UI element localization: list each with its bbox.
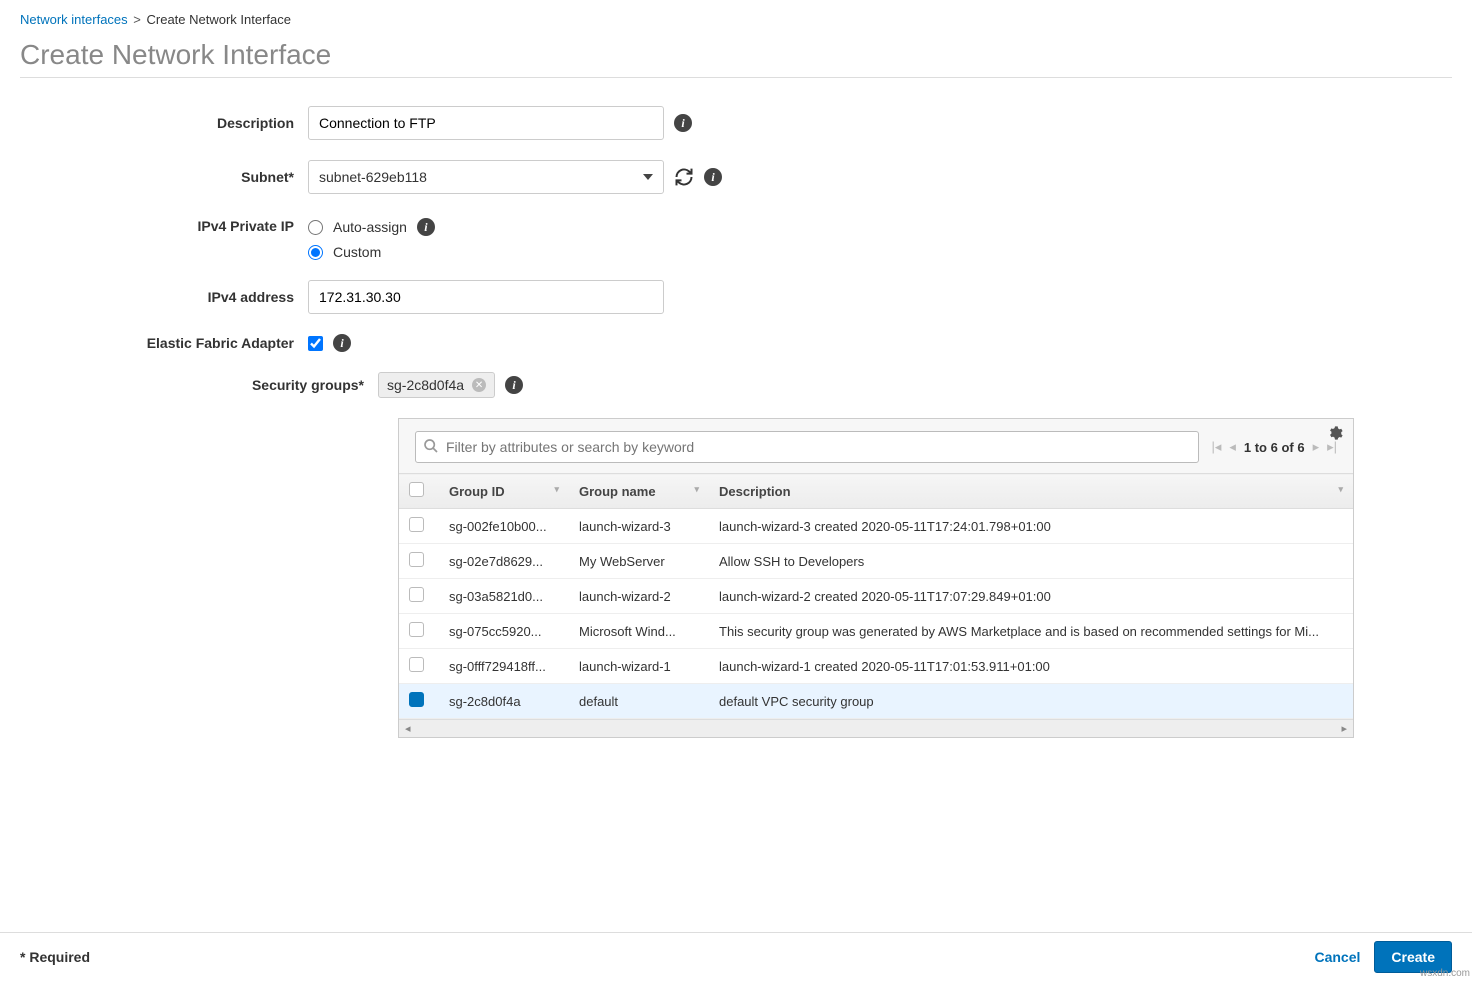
select-all-checkbox[interactable] <box>409 482 424 497</box>
breadcrumb-current: Create Network Interface <box>147 12 292 27</box>
radio-auto-assign-input[interactable] <box>308 220 323 235</box>
sg-tag-label: sg-2c8d0f4a <box>387 377 464 393</box>
cell-group-name: launch-wizard-1 <box>569 649 709 684</box>
security-groups-label: Security groups* <box>20 377 378 393</box>
cell-group-id: sg-002fe10b00... <box>439 509 569 544</box>
security-groups-panel: |◂ ◂ 1 to 6 of 6 ▸ ▸| Group ID▾ Group na… <box>398 418 1354 738</box>
row-checkbox[interactable] <box>409 517 424 532</box>
chevron-down-icon <box>643 174 653 180</box>
breadcrumb: Network interfaces > Create Network Inte… <box>20 12 1452 27</box>
sg-header-checkbox[interactable] <box>399 474 439 509</box>
sg-header-description[interactable]: Description▾ <box>709 474 1353 509</box>
table-row[interactable]: sg-0fff729418ff...launch-wizard-1launch-… <box>399 649 1353 684</box>
table-row[interactable]: sg-2c8d0f4adefaultdefault VPC security g… <box>399 684 1353 719</box>
scroll-left-icon[interactable]: ◂ <box>399 722 417 735</box>
required-note: * Required <box>20 949 90 965</box>
row-checkbox[interactable] <box>409 587 424 602</box>
info-icon[interactable]: i <box>704 168 722 186</box>
radio-auto-assign[interactable]: Auto-assign i <box>308 218 435 236</box>
info-icon[interactable]: i <box>333 334 351 352</box>
cell-group-name: Microsoft Wind... <box>569 614 709 649</box>
cell-group-id: sg-02e7d8629... <box>439 544 569 579</box>
refresh-icon[interactable] <box>674 167 694 187</box>
table-row[interactable]: sg-075cc5920...Microsoft Wind...This sec… <box>399 614 1353 649</box>
description-label: Description <box>20 115 308 131</box>
sg-header-groupid[interactable]: Group ID▾ <box>439 474 569 509</box>
search-icon <box>423 438 439 454</box>
cell-group-name: default <box>569 684 709 719</box>
page-title: Create Network Interface <box>20 39 1452 71</box>
cell-group-name: launch-wizard-2 <box>569 579 709 614</box>
radio-custom-input[interactable] <box>308 245 323 260</box>
ipv4-private-label: IPv4 Private IP <box>20 214 308 234</box>
subnet-selected-value: subnet-629eb118 <box>319 169 427 185</box>
info-icon[interactable]: i <box>505 376 523 394</box>
row-checkbox[interactable] <box>409 692 424 707</box>
breadcrumb-parent-link[interactable]: Network interfaces <box>20 12 128 27</box>
pager-prev-icon[interactable]: ◂ <box>1229 439 1236 455</box>
table-row[interactable]: sg-03a5821d0...launch-wizard-2launch-wiz… <box>399 579 1353 614</box>
sg-tag[interactable]: sg-2c8d0f4a ✕ <box>378 372 495 398</box>
info-icon[interactable]: i <box>417 218 435 236</box>
table-row[interactable]: sg-02e7d8629...My WebServerAllow SSH to … <box>399 544 1353 579</box>
cell-description: launch-wizard-3 created 2020-05-11T17:24… <box>709 509 1353 544</box>
remove-tag-icon[interactable]: ✕ <box>472 378 486 392</box>
description-input[interactable] <box>308 106 664 140</box>
cell-group-id: sg-2c8d0f4a <box>439 684 569 719</box>
scroll-right-icon[interactable]: ▸ <box>1335 722 1353 735</box>
pager-last-icon[interactable]: ▸| <box>1327 439 1337 455</box>
cell-group-id: sg-03a5821d0... <box>439 579 569 614</box>
pager: |◂ ◂ 1 to 6 of 6 ▸ ▸| <box>1211 439 1337 455</box>
sg-header-groupname[interactable]: Group name▾ <box>569 474 709 509</box>
pager-text: 1 to 6 of 6 <box>1244 440 1305 455</box>
row-checkbox[interactable] <box>409 622 424 637</box>
row-checkbox[interactable] <box>409 552 424 567</box>
gear-icon[interactable] <box>1327 425 1343 441</box>
info-icon[interactable]: i <box>674 114 692 132</box>
sg-table-header-row: Group ID▾ Group name▾ Description▾ <box>399 474 1353 509</box>
cell-description: launch-wizard-1 created 2020-05-11T17:01… <box>709 649 1353 684</box>
cell-description: launch-wizard-2 created 2020-05-11T17:07… <box>709 579 1353 614</box>
sg-search <box>415 431 1199 463</box>
watermark: wsxdn.com <box>1420 968 1470 979</box>
subnet-select[interactable]: subnet-629eb118 <box>308 160 664 194</box>
pager-next-icon[interactable]: ▸ <box>1313 439 1320 455</box>
cell-description: default VPC security group <box>709 684 1353 719</box>
cell-group-id: sg-0fff729418ff... <box>439 649 569 684</box>
cell-group-id: sg-075cc5920... <box>439 614 569 649</box>
radio-auto-assign-label: Auto-assign <box>333 219 407 235</box>
footer: * Required Cancel Create <box>0 932 1472 981</box>
ipv4-address-input[interactable] <box>308 280 664 314</box>
pager-first-icon[interactable]: |◂ <box>1211 439 1221 455</box>
cell-group-name: My WebServer <box>569 544 709 579</box>
horizontal-scrollbar[interactable]: ◂ ▸ <box>399 719 1353 737</box>
row-checkbox[interactable] <box>409 657 424 672</box>
cell-description: This security group was generated by AWS… <box>709 614 1353 649</box>
efa-label: Elastic Fabric Adapter <box>20 335 308 351</box>
breadcrumb-separator: > <box>133 12 141 27</box>
radio-custom-label: Custom <box>333 244 381 260</box>
radio-custom[interactable]: Custom <box>308 244 435 260</box>
cancel-button[interactable]: Cancel <box>1314 949 1360 965</box>
sg-table: Group ID▾ Group name▾ Description▾ sg-00… <box>399 473 1353 719</box>
cell-description: Allow SSH to Developers <box>709 544 1353 579</box>
sg-search-input[interactable] <box>415 431 1199 463</box>
title-divider <box>20 77 1452 78</box>
ipv4-address-label: IPv4 address <box>20 289 308 305</box>
table-row[interactable]: sg-002fe10b00...launch-wizard-3launch-wi… <box>399 509 1353 544</box>
subnet-label: Subnet* <box>20 169 308 185</box>
cell-group-name: launch-wizard-3 <box>569 509 709 544</box>
efa-checkbox[interactable] <box>308 336 323 351</box>
